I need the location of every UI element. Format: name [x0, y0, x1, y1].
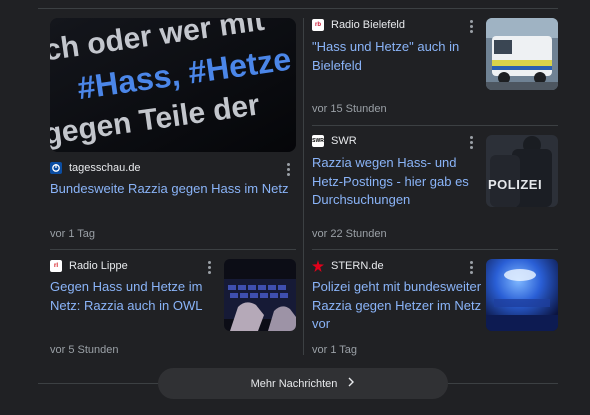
- article-title[interactable]: Gegen Hass und Hetze im Netz: Razzia auc…: [50, 278, 222, 315]
- article-source[interactable]: STERN.de: [312, 259, 384, 273]
- source-name: STERN.de: [331, 260, 384, 272]
- row-divider: [312, 125, 558, 126]
- title-line: "Hass und Hetze" auch in: [312, 39, 460, 54]
- row-divider: [312, 249, 558, 250]
- swr-logo-icon: SWR: [312, 135, 324, 147]
- source-name: Radio Bielefeld: [331, 19, 405, 31]
- more-options-icon[interactable]: [466, 260, 476, 274]
- article-title[interactable]: Razzia wegen Hass- und Hetz-Postings - h…: [312, 154, 482, 210]
- more-options-icon[interactable]: [466, 19, 476, 33]
- source-name: Radio Lippe: [69, 260, 128, 272]
- radio-bielefeld-logo-icon: rb: [312, 19, 324, 31]
- police-lights-image[interactable]: [486, 259, 558, 331]
- article-source[interactable]: rb Radio Bielefeld: [312, 18, 405, 32]
- title-line: Razzia gegen Hetzer im Netz: [312, 297, 482, 313]
- article-time: vor 1 Tag: [312, 344, 358, 356]
- thumb-text: POLIZEI: [488, 177, 542, 192]
- title-line: Durchsuchungen: [312, 192, 411, 207]
- article-time: vor 5 Stunden: [50, 344, 119, 356]
- more-news-button[interactable]: Mehr Nachrichten: [158, 368, 448, 399]
- article-title[interactable]: "Hass und Hetze" auch in Bielefeld: [312, 38, 482, 75]
- top-divider: [38, 8, 558, 9]
- article-source[interactable]: rl Radio Lippe: [50, 259, 128, 273]
- hero-title[interactable]: Bundesweite Razzia gegen Hass im Netz: [50, 180, 296, 199]
- stern-logo-icon: [312, 260, 324, 272]
- article-title[interactable]: Polizei geht mit bundesweiter Razzia geg…: [312, 278, 484, 334]
- title-line: Bielefeld: [312, 57, 362, 73]
- keyboard-hands-image[interactable]: [224, 259, 296, 331]
- hero-time: vor 1 Tag: [50, 228, 96, 240]
- more-options-icon[interactable]: [204, 260, 214, 274]
- more-news-label: Mehr Nachrichten: [250, 377, 338, 390]
- tagesschau-logo-icon: [50, 162, 62, 174]
- more-options-icon[interactable]: [283, 162, 293, 176]
- title-line: Polizei geht mit bundesweiter: [312, 279, 482, 294]
- title-line: Netz: Razzia auch in OWL: [50, 297, 203, 313]
- source-name: SWR: [331, 135, 357, 147]
- row-divider: [50, 249, 296, 250]
- title-line: Razzia wegen Hass- und: [312, 155, 457, 170]
- column-divider: [303, 18, 304, 355]
- hero-image[interactable]: ich oder wer mit #Hass, #Hetze gegen Tei…: [50, 18, 296, 152]
- chevron-right-icon: [347, 377, 355, 390]
- radio-lippe-logo-icon: rl: [50, 260, 62, 272]
- hero-source[interactable]: tagesschau.de: [50, 161, 141, 175]
- more-options-icon[interactable]: [466, 135, 476, 149]
- polizei-vest-image[interactable]: POLIZEI: [486, 135, 558, 207]
- article-time: vor 22 Stunden: [312, 228, 387, 240]
- source-name: tagesschau.de: [69, 162, 141, 174]
- title-line: Gegen Hass und Hetze im: [50, 279, 203, 294]
- police-van-image[interactable]: [486, 18, 558, 90]
- title-line: Hetz-Postings - hier gab es: [312, 173, 469, 189]
- title-line: vor: [312, 316, 331, 331]
- article-source[interactable]: SWR SWR: [312, 134, 357, 148]
- article-time: vor 15 Stunden: [312, 103, 387, 115]
